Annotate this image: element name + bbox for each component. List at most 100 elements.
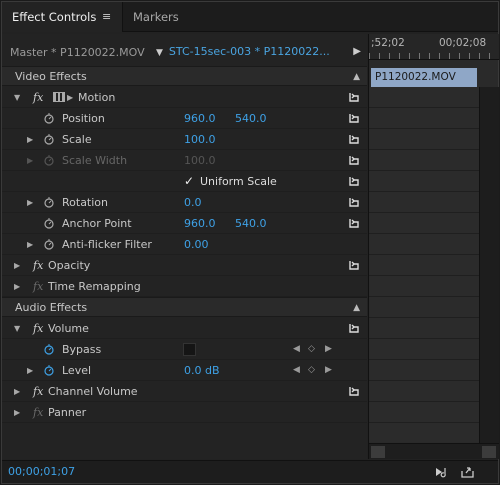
property-label: Level [62,364,92,377]
ruler-start-time: ;52;02 [371,37,405,49]
horizontal-scrollbar[interactable] [369,443,499,459]
vertical-scrollbar[interactable] [479,87,499,443]
scroll-handle-left[interactable] [371,446,385,458]
twirl-closed-icon[interactable]: ▶ [27,192,33,213]
twirl-open-icon[interactable]: ▼ [14,318,20,339]
property-label: Rotation [62,196,109,209]
property-label: Anti-flicker Filter [62,238,152,251]
video-effects-header: Video Effects ▲ [2,66,367,86]
effect-row-panner[interactable]: ▶ fx Panner [2,402,367,423]
master-clip-label[interactable]: Master * P1120022.MOV [10,46,145,59]
export-icon[interactable] [460,465,476,479]
sequence-clip-label: STC-15sec-003 * P1120022... [168,45,330,58]
tab-markers-label: Markers [133,10,179,24]
property-label: Bypass [62,343,102,356]
scale-value[interactable]: 100.0 [184,129,216,150]
effect-name: Channel Volume [48,385,138,398]
reset-icon[interactable] [347,258,361,272]
ruler-end-time: 00;02;08 [439,37,487,49]
stopwatch-active-icon[interactable] [44,364,54,376]
effect-name: Motion [78,91,116,104]
effects-list-panel: Master * P1120022.MOV ▼ STC-15sec-003 * P… [2,34,367,459]
stopwatch-active-icon[interactable] [44,343,54,355]
tab-bar: Effect Controls ≡ Markers [2,2,498,32]
reset-icon[interactable] [347,321,361,335]
reset-icon[interactable] [347,216,361,230]
fx-toggle-icon[interactable]: fx [33,318,43,339]
property-row-rotation: ▶ Rotation 0.0 [2,192,367,213]
twirl-closed-icon[interactable]: ▶ [14,381,20,402]
rotation-value[interactable]: 0.0 [184,192,202,213]
time-ruler[interactable]: ;52;02 00;02;08 [369,34,499,60]
effect-row-volume[interactable]: ▼ fx Volume [2,318,367,339]
position-y-value[interactable]: 540.0 [235,108,267,129]
scroll-handle-right[interactable] [482,446,496,458]
fx-toggle-icon[interactable]: fx [33,255,43,276]
motion-arrow-icon: ▶ [67,93,74,102]
sequence-clip-dropdown[interactable]: ▼ STC-15sec-003 * P1120022... [156,45,330,58]
play-audio-icon[interactable] [434,465,450,479]
property-row-scale-width: ▶ Scale Width 100.0 [2,150,367,171]
anchor-x-value[interactable]: 960.0 [184,213,216,234]
effect-row-time-remapping[interactable]: ▶ fx Time Remapping [2,276,367,297]
uniform-scale-checkbox[interactable]: ✓ [184,171,194,192]
twirl-closed-icon[interactable]: ▶ [14,255,20,276]
dropdown-arrow-icon: ▼ [156,48,163,58]
level-value[interactable]: 0.0 dB [184,360,220,381]
fx-toggle-icon[interactable]: fx [33,87,43,108]
stopwatch-icon[interactable] [44,217,54,229]
stopwatch-icon[interactable] [44,133,54,145]
stopwatch-icon[interactable] [44,238,54,250]
clip-header: Master * P1120022.MOV ▼ STC-15sec-003 * P… [2,42,367,64]
twirl-closed-icon[interactable]: ▶ [14,276,20,297]
effect-row-channel-volume[interactable]: ▶ fx Channel Volume [2,381,367,402]
reset-icon[interactable] [347,195,361,209]
reset-icon[interactable] [347,153,361,167]
effect-name: Volume [48,322,89,335]
position-x-value[interactable]: 960.0 [184,108,216,129]
transform-handle-icon[interactable] [53,92,65,102]
prev-keyframe-icon[interactable]: ◀ [293,360,300,381]
tab-effect-controls[interactable]: Effect Controls ≡ [2,2,123,32]
next-keyframe-icon[interactable]: ▶ [325,360,332,381]
reset-icon[interactable] [347,174,361,188]
show-timeline-toggle-icon[interactable]: ▶ [353,46,361,57]
video-effects-label: Video Effects [15,70,87,83]
effect-controls-panel: Effect Controls ≡ Markers Master * P1120… [1,1,499,484]
add-keyframe-icon[interactable]: ◇ [308,339,315,360]
add-keyframe-icon[interactable]: ◇ [308,360,315,381]
property-row-position: Position 960.0 540.0 [2,108,367,129]
stopwatch-icon[interactable] [44,112,54,124]
reset-icon[interactable] [347,384,361,398]
prev-keyframe-icon[interactable]: ◀ [293,339,300,360]
reset-icon[interactable] [347,90,361,104]
clip-bar[interactable]: P1120022.MOV [371,68,477,87]
twirl-closed-icon[interactable]: ▶ [27,360,33,381]
fx-toggle-icon[interactable]: fx [33,381,43,402]
anchor-y-value[interactable]: 540.0 [235,213,267,234]
reset-icon[interactable] [347,111,361,125]
audio-effects-header: Audio Effects ▲ [2,297,367,317]
property-label: Scale Width [62,154,128,167]
effect-row-opacity[interactable]: ▶ fx Opacity [2,255,367,276]
reset-icon[interactable] [347,132,361,146]
property-label: Position [62,112,105,125]
property-row-scale: ▶ Scale 100.0 [2,129,367,150]
effect-name: Panner [48,406,87,419]
twirl-closed-icon[interactable]: ▶ [14,402,20,423]
tab-markers[interactable]: Markers [133,2,179,32]
next-keyframe-icon[interactable]: ▶ [325,339,332,360]
panel-menu-icon[interactable]: ≡ [102,2,111,32]
fx-toggle-icon: fx [33,280,44,293]
effect-row-motion[interactable]: ▼ fx ▶ Motion [2,87,367,108]
tab-effect-controls-label: Effect Controls [12,10,97,24]
twirl-open-icon[interactable]: ▼ [14,87,20,108]
current-timecode[interactable]: 00;00;01;07 [8,465,75,478]
bypass-checkbox[interactable] [183,343,196,356]
twirl-closed-icon[interactable]: ▶ [27,129,33,150]
stopwatch-icon[interactable] [44,196,54,208]
collapse-up-icon[interactable]: ▲ [353,67,360,87]
collapse-up-icon[interactable]: ▲ [353,298,360,318]
twirl-closed-icon[interactable]: ▶ [27,234,33,255]
anti-flicker-value[interactable]: 0.00 [184,234,209,255]
